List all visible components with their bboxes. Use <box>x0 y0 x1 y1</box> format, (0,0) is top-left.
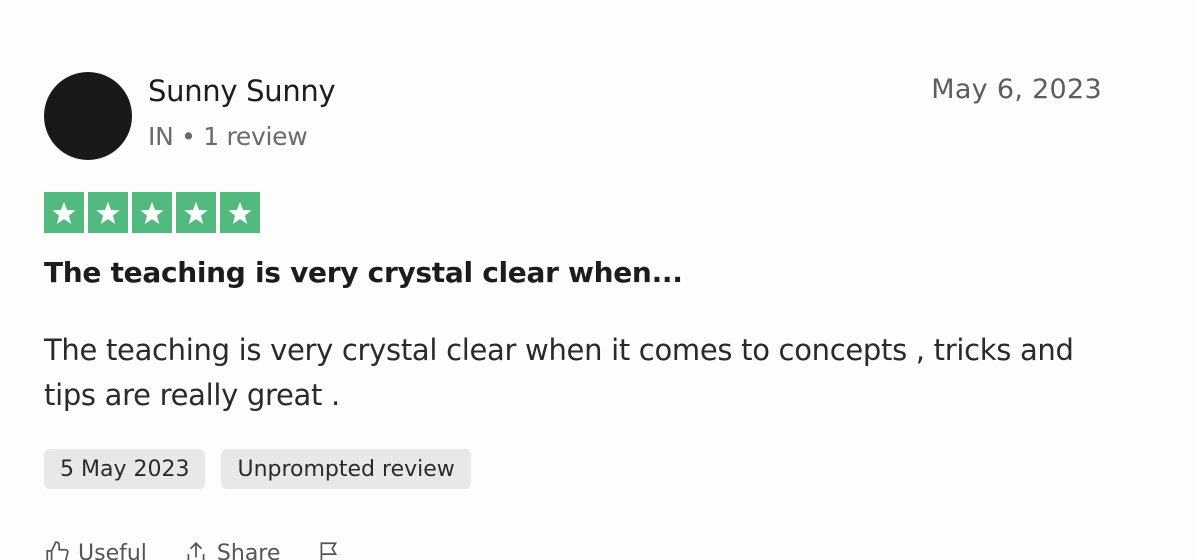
share-label: Share <box>216 540 281 560</box>
star-icon <box>44 192 84 233</box>
review-body: The teaching is very crystal clear when … <box>44 333 1074 412</box>
review-tags: 5 May 2023 Unprompted review <box>44 449 471 489</box>
review-title[interactable]: The teaching is very crystal clear when.… <box>44 256 683 289</box>
flag-icon <box>320 542 338 560</box>
review-date: May 6, 2023 <box>931 74 1102 105</box>
review-actions: Useful Share <box>44 540 342 560</box>
reviewer-name[interactable]: Sunny Sunny <box>148 74 336 108</box>
share-button[interactable]: Share <box>183 540 281 560</box>
star-rating <box>44 192 260 233</box>
star-icon <box>176 192 216 233</box>
useful-button[interactable]: Useful <box>44 540 147 560</box>
star-icon <box>220 192 260 233</box>
useful-label: Useful <box>78 540 147 560</box>
share-icon <box>187 542 205 560</box>
thumbs-up-icon <box>46 541 69 560</box>
star-icon <box>88 192 128 233</box>
review-card: Sunny Sunny IN • 1 review May 6, 2023 Th… <box>0 0 1196 560</box>
report-button[interactable] <box>316 540 342 560</box>
experience-date-tag: 5 May 2023 <box>44 449 206 489</box>
avatar[interactable] <box>44 72 132 160</box>
unprompted-review-tag[interactable]: Unprompted review <box>221 449 471 489</box>
star-icon <box>132 192 172 233</box>
reviewer-meta: IN • 1 review <box>148 122 308 151</box>
